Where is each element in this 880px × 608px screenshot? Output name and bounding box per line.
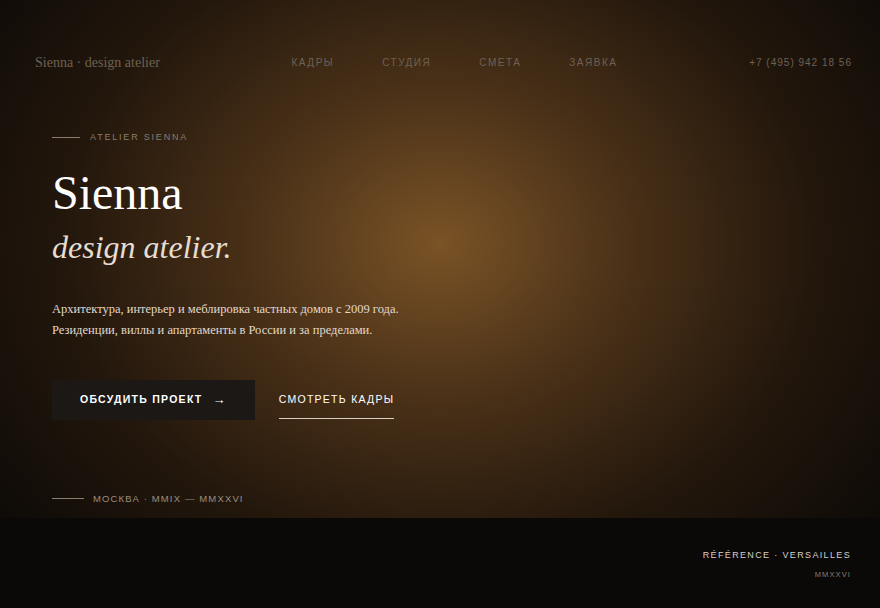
nav-links: КАДРЫ СТУДИЯ СМЕТА ЗАЯВКА [292, 55, 618, 70]
eyebrow-line [52, 137, 80, 138]
eyebrow: ATELIER SIENNA [52, 131, 880, 145]
phone[interactable]: +7 (495) 942 18 56 [749, 55, 852, 70]
bottom-shade [0, 518, 880, 608]
nav-item[interactable]: ЗАЯВКА [569, 55, 617, 70]
top-nav: Sienna · design atelier КАДРЫ СТУДИЯ СМЕТА З… [0, 0, 880, 73]
hero-actions: ОБСУДИТЬ ПРОЕКТ→ СМОТРЕТЬ КАДРЫ [52, 380, 880, 420]
hero-subtitle: design atelier. [52, 231, 880, 263]
brand-logo[interactable]: Sienna · design atelier [35, 52, 160, 73]
hero-page: Sienna · design atelier КАДРЫ СТУДИЯ СМЕТА З… [0, 0, 880, 608]
nav-item[interactable]: СМЕТА [479, 55, 521, 70]
hero: ATELIER SIENNA Sienna design atelier. Архит… [0, 73, 880, 506]
view-frames-link[interactable]: СМОТРЕТЬ КАДРЫ [279, 380, 395, 419]
location: МОСКВА · MMIX — MMXXVI [52, 492, 880, 506]
hero-description: Архитектура, интерьер и меблировка частн… [52, 301, 880, 338]
photo-caption: RÉFÉRENCE · VERSAILLESMMXXVI [0, 549, 880, 608]
location-line [52, 498, 84, 499]
discuss-project-button[interactable]: ОБСУДИТЬ ПРОЕКТ→ [52, 380, 255, 420]
nav-item[interactable]: СТУДИЯ [382, 55, 431, 70]
arrow-icon: → [213, 390, 227, 410]
nav-item[interactable]: КАДРЫ [292, 55, 335, 70]
hero-title: Sienna [52, 169, 880, 217]
